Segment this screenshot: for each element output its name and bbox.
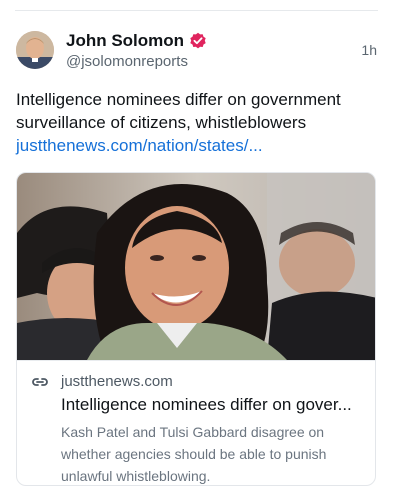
- link-card-meta[interactable]: justthenews.com Intelligence nominees di…: [17, 360, 375, 485]
- display-name[interactable]: John Solomon: [66, 31, 184, 51]
- name-row: John Solomon: [66, 30, 207, 52]
- avatar-image: [16, 31, 54, 69]
- avatar[interactable]: [16, 31, 54, 69]
- post-link[interactable]: justthenews.com/nation/states/...: [16, 134, 376, 157]
- post-timestamp[interactable]: 1h: [361, 42, 377, 58]
- link-card-description: Kash Patel and Tulsi Gabbard disagree on…: [61, 424, 327, 484]
- post-header: John Solomon @jsolomonreports 1h: [16, 30, 377, 74]
- post[interactable]: John Solomon @jsolomonreports 1h Intelli…: [0, 0, 393, 500]
- link-card-title[interactable]: Intelligence nominees differ on gover...: [61, 394, 367, 416]
- link-chain-icon: [31, 375, 49, 389]
- link-card[interactable]: justthenews.com Intelligence nominees di…: [16, 172, 376, 486]
- author-handle[interactable]: @jsolomonreports: [66, 53, 188, 70]
- link-card-image[interactable]: [17, 173, 375, 360]
- verified-badge-icon: [189, 32, 207, 50]
- link-card-domain: justthenews.com: [61, 373, 173, 390]
- post-text: Intelligence nominees differ on governme…: [16, 90, 341, 132]
